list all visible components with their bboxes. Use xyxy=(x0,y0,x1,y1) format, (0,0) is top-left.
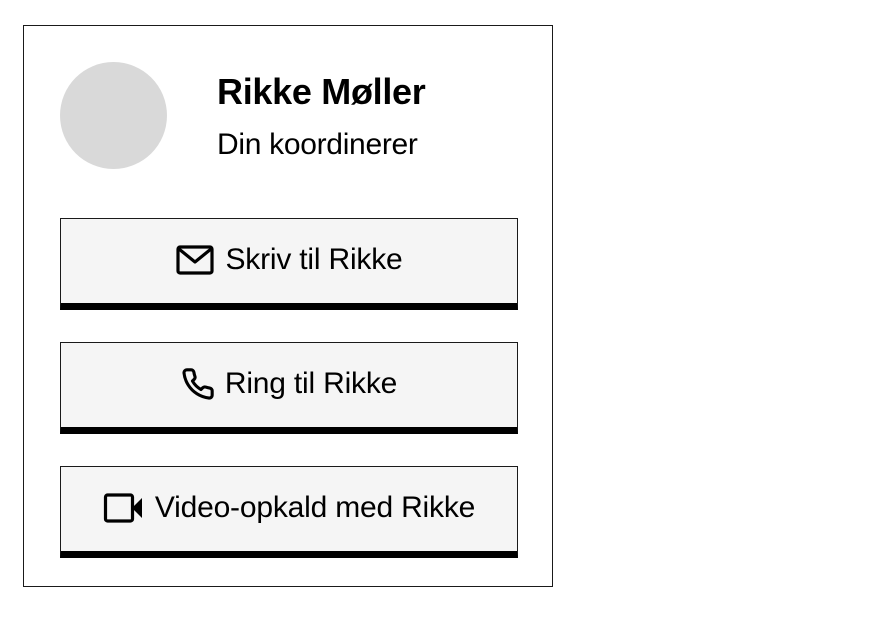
contact-card: Rikke Møller Din koordinerer Skriv til R… xyxy=(23,25,553,587)
phone-icon xyxy=(181,367,215,401)
write-message-label: Skriv til Rikke xyxy=(225,243,403,276)
video-call-button[interactable]: Video-opkald med Rikke xyxy=(60,466,518,558)
video-call-label: Video-opkald med Rikke xyxy=(154,491,476,524)
contact-name: Rikke Møller xyxy=(217,71,426,112)
write-message-button[interactable]: Skriv til Rikke xyxy=(60,218,518,310)
contact-role: Din koordinerer xyxy=(217,128,418,161)
call-label: Ring til Rikke xyxy=(224,367,398,400)
mail-icon xyxy=(175,244,215,276)
video-camera-icon xyxy=(103,492,145,524)
avatar xyxy=(60,62,167,169)
call-button[interactable]: Ring til Rikke xyxy=(60,342,518,434)
